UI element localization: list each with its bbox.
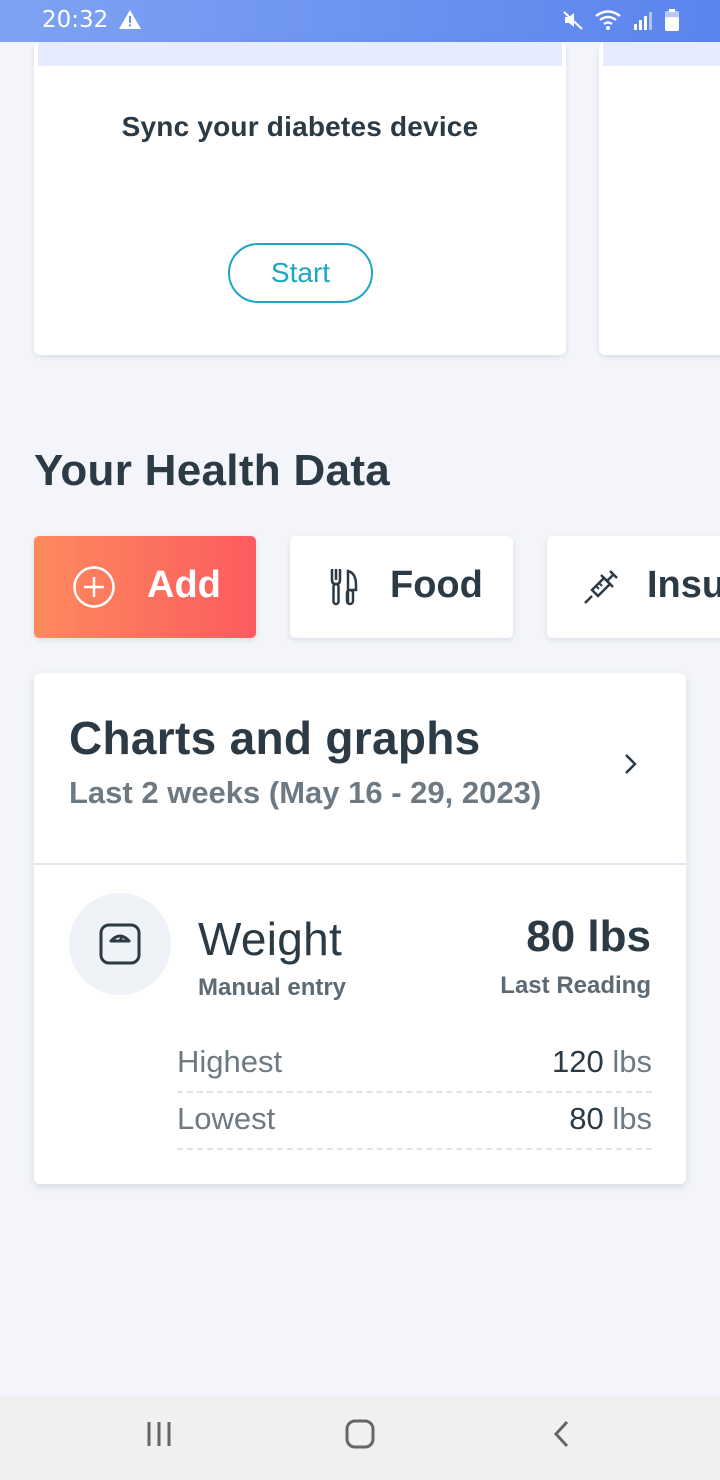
- highest-label: Highest: [177, 1044, 283, 1079]
- home-icon[interactable]: [344, 1418, 376, 1450]
- highest-number: 120: [552, 1044, 604, 1079]
- warning-icon: [119, 10, 141, 29]
- lowest-value: 80 lbs: [569, 1101, 652, 1137]
- weight-icon-badge: [69, 893, 171, 995]
- next-promo-card[interactable]: [599, 42, 720, 355]
- card-header-band: [38, 42, 562, 66]
- insulin-label: Insu: [647, 564, 720, 606]
- weight-source: Manual entry: [198, 974, 347, 1001]
- lowest-row: Lowest 80 lbs: [177, 1093, 652, 1150]
- weight-last-value: 80 lbs: [526, 912, 651, 961]
- back-icon[interactable]: [552, 1418, 572, 1450]
- plus-circle-icon: [73, 566, 115, 608]
- sync-device-card: Sync your diabetes device Start: [34, 42, 566, 355]
- status-icons: [562, 8, 680, 32]
- lowest-label: Lowest: [177, 1101, 276, 1136]
- section-title: Your Health Data: [34, 446, 391, 495]
- charts-date-range: Last 2 weeks (May 16 - 29, 2023): [69, 775, 542, 810]
- scale-icon: [99, 923, 141, 965]
- add-label: Add: [147, 564, 221, 606]
- insulin-button[interactable]: Insu: [547, 536, 720, 638]
- highest-row: Highest 120 lbs: [177, 1036, 652, 1093]
- start-button[interactable]: Start: [228, 243, 373, 303]
- syringe-icon: [584, 570, 618, 604]
- status-bar: 20:32: [0, 0, 720, 42]
- lowest-number: 80: [569, 1101, 604, 1136]
- highest-unit: lbs: [612, 1044, 652, 1079]
- divider: [34, 863, 686, 865]
- last-reading-caption: Last Reading: [500, 972, 651, 999]
- charts-title: Charts and graphs: [69, 712, 481, 764]
- weight-title: Weight: [198, 913, 343, 965]
- sync-device-text: Sync your diabetes device: [121, 111, 479, 142]
- highest-value: 120 lbs: [552, 1044, 652, 1080]
- mute-icon: [563, 11, 583, 30]
- chevron-right-icon[interactable]: [623, 752, 639, 776]
- status-time: 20:32: [42, 7, 109, 33]
- add-button[interactable]: Add: [34, 536, 256, 638]
- food-label: Food: [390, 564, 483, 606]
- lowest-unit: lbs: [612, 1101, 652, 1136]
- system-nav-bar: [0, 1396, 720, 1480]
- charts-card[interactable]: Charts and graphs Last 2 weeks (May 16 -…: [34, 673, 686, 1184]
- recent-apps-icon[interactable]: [146, 1418, 174, 1450]
- utensils-icon: [330, 569, 358, 606]
- wifi-icon: [595, 10, 621, 30]
- card-header-band: [603, 42, 720, 66]
- signal-icon: [634, 12, 652, 30]
- food-button[interactable]: Food: [290, 536, 513, 638]
- battery-icon: [665, 9, 679, 31]
